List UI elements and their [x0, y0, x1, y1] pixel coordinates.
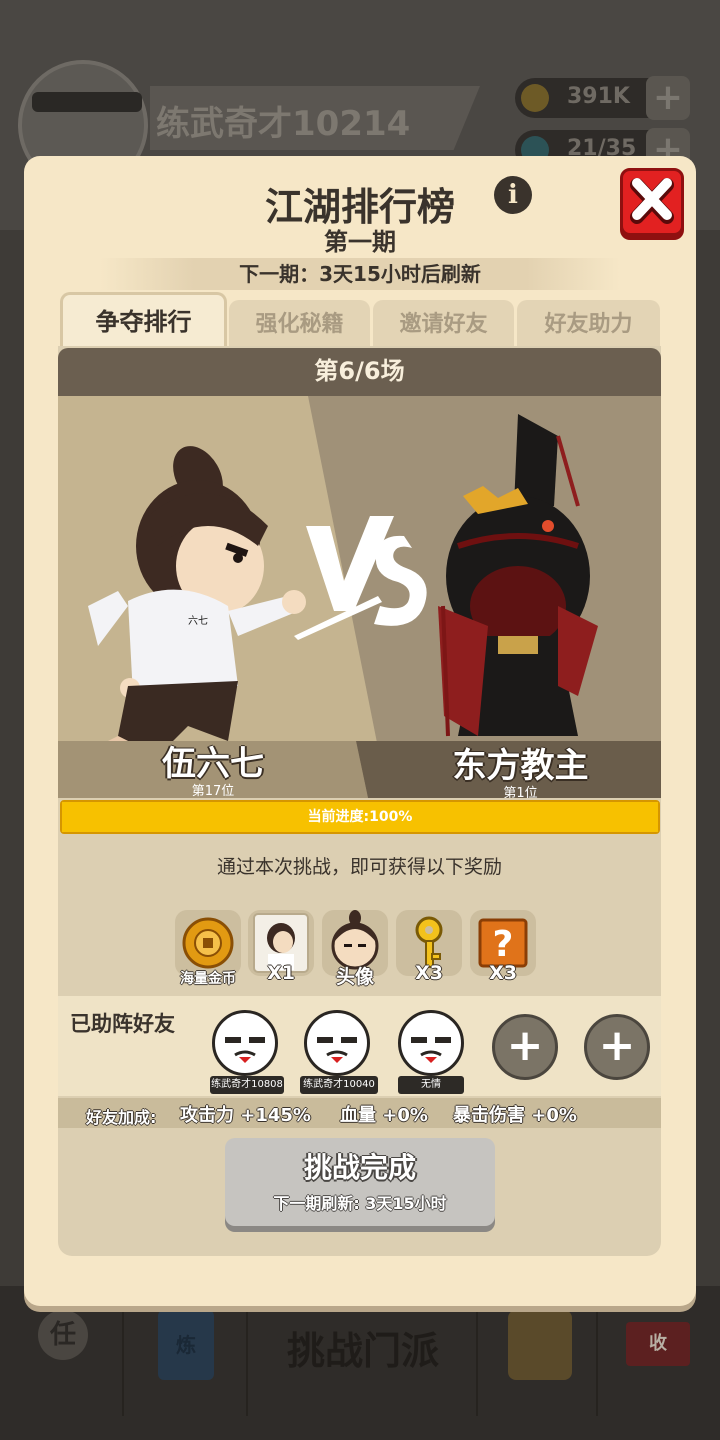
tab-friend-support[interactable]: 好友助力 [517, 300, 660, 346]
svg-text:?: ? [493, 924, 514, 965]
close-button[interactable] [620, 168, 684, 236]
nav-training[interactable]: 炼 [124, 1296, 248, 1416]
reward-label-box: X3 [489, 962, 517, 984]
reward-label-gold: 海量金币 [180, 971, 236, 987]
training-book-icon: 炼 [158, 1310, 214, 1380]
reward-label-card: X1 [267, 962, 295, 984]
opponent-rank: 第1位 [503, 786, 538, 798]
tab-enhance-guide[interactable]: 强化秘籍 [229, 300, 370, 346]
add-coins-button[interactable]: + [646, 76, 690, 120]
next-period-label: 下一期刷新: 3天15小时 [273, 1194, 447, 1213]
friend-avatar[interactable] [212, 1010, 278, 1076]
bonus-hp: 血量 +0% [340, 1105, 428, 1126]
friend-face-icon [317, 1037, 357, 1063]
add-friend-slot-button[interactable]: + [492, 1014, 558, 1080]
friend-face-icon [225, 1037, 265, 1063]
friend-name: 无情 [398, 1076, 464, 1094]
bonus-crit: 暴击伤害 +0% [453, 1105, 577, 1126]
progress-label: 当前进度:100% [307, 809, 413, 825]
nav-task[interactable]: 任 [0, 1296, 124, 1416]
player-rank: 第17位 [191, 784, 235, 798]
coin-icon [521, 84, 549, 112]
task-icon: 任 [38, 1310, 88, 1360]
reward-label-avatar: 头像 [335, 966, 374, 988]
reward-hint: 通过本次挑战，即可获得以下奖励 [216, 856, 502, 878]
add-friend-slot-button[interactable]: + [584, 1014, 650, 1080]
friend-avatar[interactable] [304, 1010, 370, 1076]
season-label: 第一期 [324, 228, 396, 256]
shirt-text: 六七 [188, 615, 208, 627]
tab-compete-ranking[interactable]: 争夺排行 [60, 292, 227, 346]
info-icon[interactable]: i [494, 176, 532, 214]
player-name: 练武奇才10214 [156, 104, 411, 144]
reward-gold-coins[interactable] [175, 910, 241, 976]
gold-coin-icon [182, 917, 234, 969]
battle-scene: 六七 伍六七 第17位 东方教主 第1位 [58, 396, 661, 798]
player-name-plate: 练武奇才10214 [150, 86, 480, 150]
reward-label-key: X3 [415, 962, 443, 984]
nav-challenge-sect[interactable]: 挑战门派 [248, 1320, 478, 1375]
opponent-name-label: 东方教主 [452, 746, 589, 786]
friends-label: 已助阵好友 [70, 1012, 175, 1036]
friend-avatar[interactable] [398, 1010, 464, 1076]
player-name-label: 伍六七 [162, 744, 264, 784]
collect-icon: 收 [626, 1322, 690, 1366]
bonus-label: 好友加成: [86, 1108, 157, 1127]
tab-invite-friends[interactable]: 邀请好友 [373, 300, 514, 346]
friend-face-icon [411, 1037, 451, 1063]
coin-amount: 391K [567, 84, 630, 109]
close-icon [630, 178, 674, 224]
challenge-complete-label: 挑战完成 [303, 1151, 416, 1184]
nav-collect[interactable]: 收 [598, 1296, 720, 1416]
friend-name: 练武奇才10040 [300, 1076, 378, 1094]
shop-house-icon [508, 1310, 572, 1380]
nav-shop[interactable] [476, 1296, 598, 1416]
next-refresh-text: 下一期：3天15小时后刷新 [100, 258, 620, 290]
round-indicator: 第6/6场 [58, 348, 661, 396]
coin-counter: 391K + [515, 76, 690, 120]
bonus-attack: 攻击力 +145% [180, 1105, 311, 1126]
friend-name: 练武奇才10808 [210, 1076, 284, 1094]
